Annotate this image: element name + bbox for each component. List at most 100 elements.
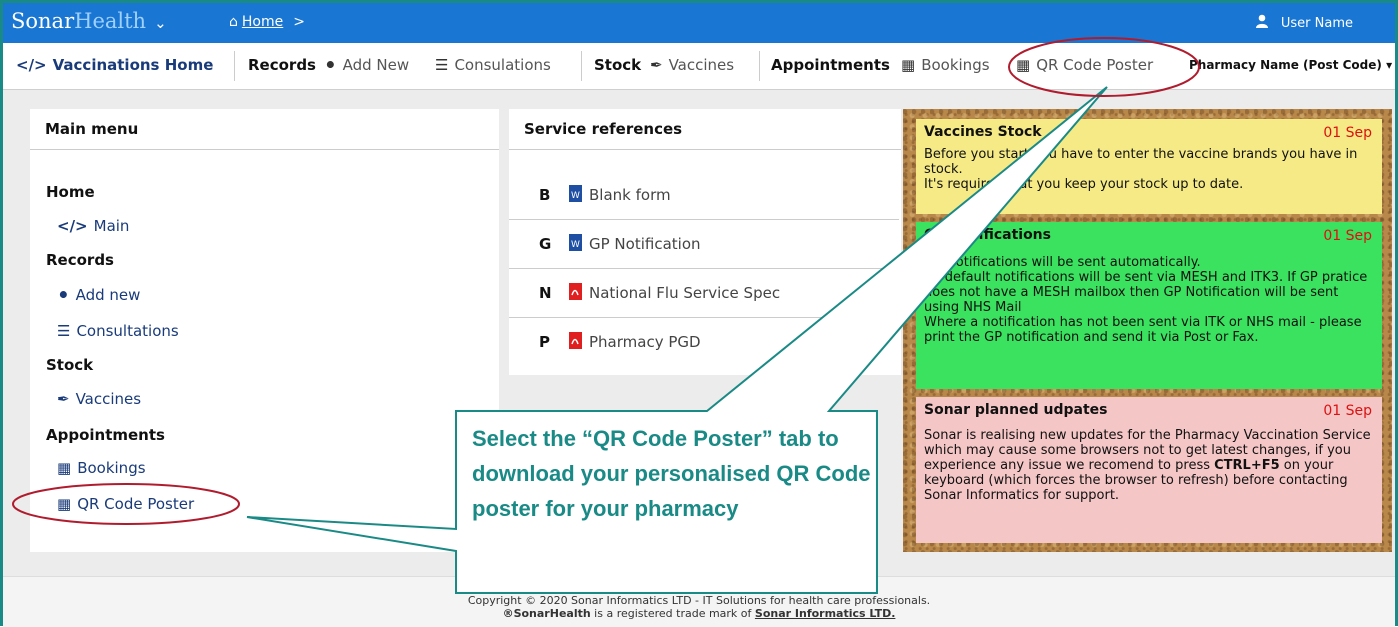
footer: Copyright © 2020 Sonar Informatics LTD -… <box>3 576 1395 627</box>
menu-item-vaccines[interactable]: ✒ Vaccines <box>57 390 141 408</box>
plus-circle-icon: ⚫ <box>324 56 337 74</box>
tab-vaccinations-home-label: Vaccinations Home <box>52 56 214 74</box>
breadcrumb-separator: > <box>293 14 305 30</box>
plus-circle-icon: ⚫ <box>57 286 70 304</box>
notice-date: 01 Sep <box>1323 228 1372 244</box>
menu-heading-stock: Stock <box>46 356 94 374</box>
footer-copyright: Copyright © 2020 Sonar Informatics LTD -… <box>467 594 931 607</box>
notice-text: Where a notification has not been sent v… <box>924 315 1362 345</box>
service-ref-letter: N <box>539 284 552 302</box>
nav-records-heading: Records <box>248 56 316 74</box>
menu-item-add-new[interactable]: ⚫ Add new <box>57 286 140 304</box>
brand-health: Health <box>74 9 147 33</box>
service-ref-row[interactable]: B W Blank form <box>509 171 899 220</box>
footer-trademark-text: is a registered trade mark of <box>590 607 755 620</box>
tab-consultations[interactable]: ☰ Consulations <box>435 56 551 74</box>
nav-divider <box>759 51 760 81</box>
divider <box>509 149 901 150</box>
footer-brand: ®SonarHealth <box>502 607 591 620</box>
word-document-icon: W <box>569 185 582 202</box>
breadcrumb-home-link[interactable]: Home <box>242 14 283 30</box>
notice-title: GP Notifications <box>924 227 1051 243</box>
user-menu[interactable]: User Name <box>1255 14 1353 31</box>
notice-vaccines-stock: Vaccines Stock 01 Sep Before you start y… <box>916 119 1382 214</box>
notice-text: GP Notifications will be sent automatica… <box>924 255 1201 270</box>
list-icon: ☰ <box>57 322 71 340</box>
nav-appointments-heading: Appointments <box>771 56 890 74</box>
menu-item-qr-code-poster-label: QR Code Poster <box>77 495 195 513</box>
tab-vaccines[interactable]: ✒ Vaccines <box>650 56 734 74</box>
calendar-icon: ▦ <box>901 56 916 74</box>
nav-bar: </> Vaccinations Home Records ⚫ Add New ☰ C… <box>3 43 1395 90</box>
code-icon: </> <box>16 56 47 74</box>
menu-heading-appointments: Appointments <box>46 426 165 444</box>
menu-item-vaccines-label: Vaccines <box>75 390 142 408</box>
user-name: User Name <box>1280 16 1353 31</box>
tab-vaccinations-home[interactable]: </> Vaccinations Home <box>16 56 213 74</box>
tab-consultations-label: Consulations <box>454 56 551 74</box>
menu-heading-records: Records <box>46 251 114 269</box>
service-references-card: Service references B W Blank form G W GP… <box>509 109 901 375</box>
tab-vaccines-label: Vaccines <box>668 56 735 74</box>
service-ref-label: National Flu Service Spec <box>589 284 781 302</box>
nav-stock-heading: Stock <box>594 56 642 74</box>
notice-text: By default notifications will be sent vi… <box>924 270 1368 315</box>
qrcode-icon: ▦ <box>57 495 72 513</box>
menu-item-main-label: Main <box>93 217 130 235</box>
service-ref-label: Pharmacy PGD <box>589 333 701 351</box>
notice-key-combo: CTRL+F5 <box>1214 458 1280 473</box>
divider <box>30 149 499 150</box>
service-references-title: Service references <box>524 120 683 138</box>
pharmacy-selector[interactable]: Pharmacy Name (Post Code) ▾ <box>1189 58 1392 72</box>
tab-qr-code-poster[interactable]: ▦ QR Code Poster <box>1016 56 1153 74</box>
tab-bookings[interactable]: ▦ Bookings <box>901 56 990 74</box>
qrcode-icon: ▦ <box>1016 56 1031 74</box>
breadcrumb: ⌂ Home > <box>229 14 305 30</box>
app-brand[interactable]: SonarHealth ⌄ <box>11 9 167 33</box>
top-bar: SonarHealth ⌄ ⌂ Home > User Name <box>3 3 1395 43</box>
main-menu-title: Main menu <box>45 120 139 138</box>
footer-company-link[interactable]: Sonar Informatics LTD. <box>755 607 896 620</box>
chevron-down-icon[interactable]: ⌄ <box>154 14 167 32</box>
pharmacy-selector-label: Pharmacy Name (Post Code) <box>1189 58 1382 72</box>
menu-item-consultations[interactable]: ☰ Consultations <box>57 322 179 340</box>
main-menu-card: Main menu Home </> Main Records ⚫ Add new … <box>30 109 499 552</box>
service-ref-letter: G <box>539 235 552 253</box>
notice-text: Before you start you have to enter the v… <box>924 147 1358 177</box>
caret-down-icon: ▾ <box>1386 58 1393 72</box>
notice-gp-notifications: GP Notifications 01 Sep GP Notifications… <box>916 222 1382 389</box>
service-ref-label: Blank form <box>589 186 671 204</box>
tab-add-new-label: Add New <box>342 56 410 74</box>
word-document-icon: W <box>569 234 582 251</box>
code-icon: </> <box>57 217 88 235</box>
service-ref-row[interactable]: P Pharmacy PGD <box>509 318 899 366</box>
notice-text: It's required that you keep your stock u… <box>924 177 1244 192</box>
svg-text:W: W <box>571 240 580 250</box>
home-icon: ⌂ <box>229 14 238 30</box>
nav-divider <box>234 51 235 81</box>
notice-planned-updates: Sonar planned udpates 01 Sep Sonar is re… <box>916 397 1382 543</box>
service-ref-letter: B <box>539 186 551 204</box>
syringe-icon: ✒ <box>57 390 70 408</box>
pdf-document-icon <box>569 332 582 349</box>
service-ref-row[interactable]: G W GP Notification <box>509 220 899 269</box>
menu-item-bookings-label: Bookings <box>77 459 146 477</box>
service-ref-label: GP Notification <box>589 235 701 253</box>
menu-item-main[interactable]: </> Main <box>57 217 129 235</box>
menu-item-qr-code-poster[interactable]: ▦ QR Code Poster <box>57 495 194 513</box>
svg-text:W: W <box>571 191 580 201</box>
notice-board: Vaccines Stock 01 Sep Before you start y… <box>903 109 1392 552</box>
service-ref-row[interactable]: N National Flu Service Spec <box>509 269 899 318</box>
user-icon <box>1255 14 1268 28</box>
notice-text: Sonar is realising new updates for the P… <box>924 428 1374 503</box>
brand-sonar: Sonar <box>11 9 75 33</box>
nav-divider <box>581 51 582 81</box>
callout-text: Select the “QR Code Poster” tab to downl… <box>472 426 871 521</box>
tab-qr-code-poster-label: QR Code Poster <box>1036 56 1154 74</box>
menu-item-bookings[interactable]: ▦ Bookings <box>57 459 146 477</box>
notice-date: 01 Sep <box>1323 125 1372 141</box>
menu-item-add-new-label: Add new <box>75 286 141 304</box>
list-icon: ☰ <box>435 56 449 74</box>
tab-add-new[interactable]: ⚫ Add New <box>324 56 409 74</box>
service-ref-letter: P <box>539 333 550 351</box>
